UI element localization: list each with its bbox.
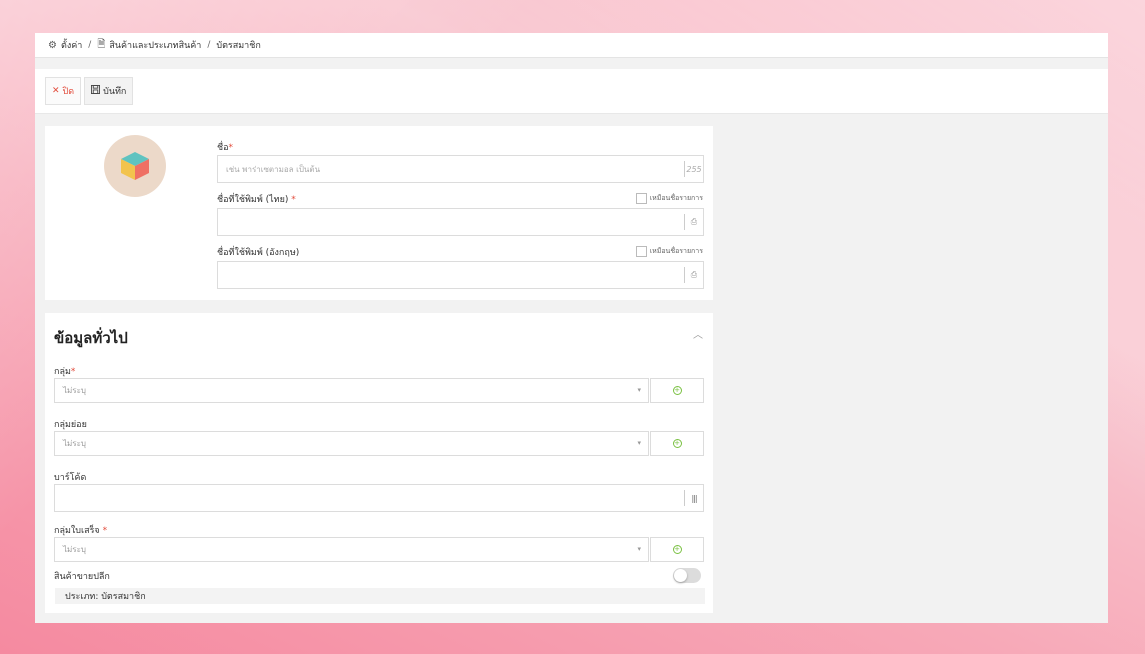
app-window: ⚙ ตั้งค่า / 🗎 สินค้าและประเภทสินค้า / บั… [35, 33, 1108, 623]
caret-down-icon: ▾ [637, 439, 641, 447]
document-icon: 🗎 [97, 38, 106, 50]
same-as-name-en[interactable]: เหมือนชื่อรายการ [635, 246, 703, 257]
section-title: ข้อมูลทั่วไป [54, 329, 128, 347]
retail-label: สินค้าขายปลีก [54, 569, 110, 583]
subgroup-selected-value: ไม่ระบุ [63, 439, 86, 448]
receipt-group-select[interactable]: ไม่ระบุ ▾ [54, 537, 649, 562]
name-input[interactable]: เช่น พาร่าเซตามอล เป็นต้น 255 [217, 155, 704, 183]
required-mark: * [102, 526, 108, 536]
print-name-en-label-text: ชื่อที่ใช้พิมพ์ (อังกฤษ) [217, 248, 300, 258]
add-circle-icon: + [672, 545, 682, 554]
receipt-group-selected-value: ไม่ระบุ [63, 545, 86, 554]
printer-icon: ⎙ [684, 267, 703, 283]
print-name-th-label: ชื่อที่ใช้พิมพ์ (ไทย) * [217, 192, 296, 206]
required-mark: * [70, 367, 76, 377]
subgroup-label-text: กลุ่มย่อย [54, 420, 87, 430]
breadcrumb-separator: / [88, 40, 92, 50]
same-as-name-th-checkbox[interactable] [635, 193, 647, 204]
print-name-en-input[interactable]: ⎙ [217, 261, 704, 289]
caret-down-icon: ▾ [637, 545, 641, 553]
retail-toggle[interactable] [673, 568, 701, 583]
receipt-group-label: กลุ่มใบเสร็จ * [54, 523, 107, 537]
breadcrumb-current: บัตรสมาชิก [216, 41, 261, 51]
barcode-icon[interactable]: ||| [684, 490, 703, 506]
product-image[interactable] [104, 135, 166, 197]
toolbar: ✕ ปิด บันทึก [35, 69, 1108, 114]
add-receipt-group-button[interactable]: + [650, 537, 704, 562]
same-as-name-th[interactable]: เหมือนชื่อรายการ [635, 193, 703, 204]
cube-icon [121, 152, 149, 180]
breadcrumb-products[interactable]: สินค้าและประเภทสินค้า [109, 38, 201, 52]
toggle-knob [674, 569, 687, 582]
breadcrumb: ⚙ ตั้งค่า / 🗎 สินค้าและประเภทสินค้า / บั… [35, 33, 1108, 58]
product-type-bar: ประเภท: บัตรสมาชิก [55, 588, 705, 604]
close-button[interactable]: ✕ ปิด [45, 77, 82, 105]
print-name-en-label: ชื่อที่ใช้พิมพ์ (อังกฤษ) [217, 245, 299, 259]
breadcrumb-separator: / [207, 40, 211, 50]
general-info-card: ข้อมูลทั่วไป ︿ กลุ่ม* ไม่ระบุ ▾ + กลุ่มย… [45, 313, 713, 613]
group-label-text: กลุ่ม [54, 367, 71, 377]
printer-icon: ⎙ [684, 214, 703, 230]
subgroup-label: กลุ่มย่อย [54, 417, 87, 431]
print-name-th-label-text: ชื่อที่ใช้พิมพ์ (ไทย) [217, 195, 289, 205]
print-name-th-input[interactable]: ⎙ [217, 208, 704, 236]
close-icon: ✕ [52, 86, 60, 96]
name-label-text: ชื่อ [217, 143, 229, 153]
barcode-label-text: บาร์โค้ด [54, 473, 87, 483]
add-circle-icon: + [672, 386, 682, 395]
subgroup-select[interactable]: ไม่ระบุ ▾ [54, 431, 649, 456]
group-select[interactable]: ไม่ระบุ ▾ [54, 378, 649, 403]
breadcrumb-settings[interactable]: ตั้งค่า [61, 38, 82, 52]
product-header-card: ชื่อ* เช่น พาร่าเซตามอล เป็นต้น 255 ชื่อ… [45, 126, 713, 300]
name-label: ชื่อ* [217, 140, 233, 154]
same-as-name-en-checkbox[interactable] [635, 246, 647, 257]
receipt-group-label-text: กลุ่มใบเสร็จ [54, 526, 100, 536]
caret-down-icon: ▾ [637, 386, 641, 394]
same-as-name-th-label: เหมือนชื่อรายการ [649, 194, 703, 202]
chevron-up-icon[interactable]: ︿ [693, 326, 703, 341]
save-icon [91, 85, 101, 97]
barcode-label: บาร์โค้ด [54, 470, 86, 484]
add-circle-icon: + [672, 439, 682, 448]
add-subgroup-button[interactable]: + [650, 431, 704, 456]
char-counter: 255 [684, 161, 703, 177]
retail-label-text: สินค้าขายปลีก [54, 572, 110, 582]
save-button[interactable]: บันทึก [84, 77, 134, 105]
add-group-button[interactable]: + [650, 378, 704, 403]
same-as-name-en-label: เหมือนชื่อรายการ [649, 247, 703, 255]
product-type-text: ประเภท: บัตรสมาชิก [65, 592, 146, 602]
group-label: กลุ่ม* [54, 364, 75, 378]
close-button-label: ปิด [62, 87, 75, 97]
name-placeholder: เช่น พาร่าเซตามอล เป็นต้น [226, 164, 321, 174]
barcode-input[interactable]: ||| [54, 484, 704, 512]
required-mark: * [291, 195, 296, 205]
save-button-label: บันทึก [103, 87, 127, 97]
gear-icon: ⚙ [48, 39, 57, 51]
group-selected-value: ไม่ระบุ [63, 386, 86, 395]
required-mark: * [228, 143, 234, 153]
